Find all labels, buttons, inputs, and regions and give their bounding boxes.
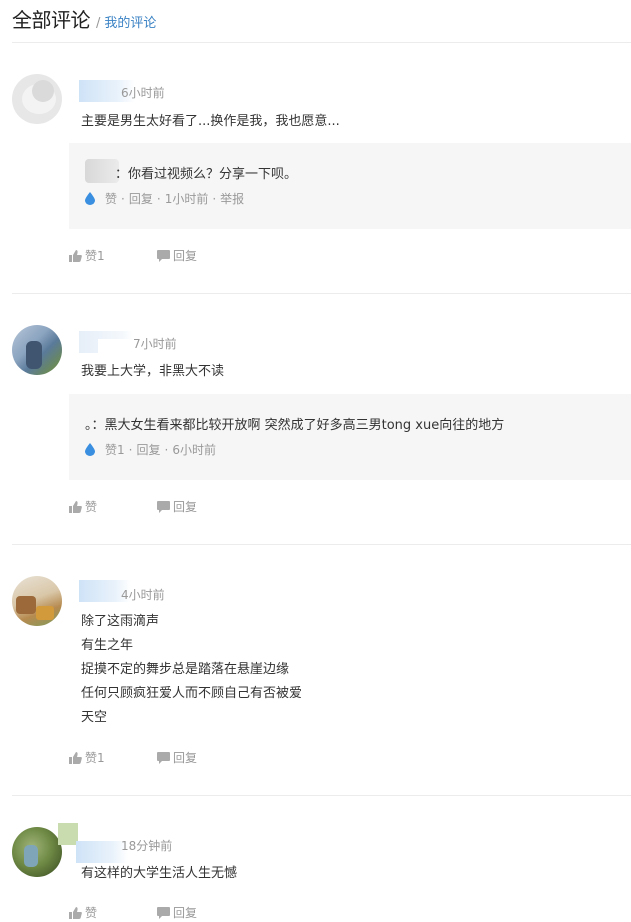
- comment-time: 18分钟前: [121, 839, 173, 853]
- page-title: 全部评论: [12, 8, 91, 32]
- report-button[interactable]: 举报: [220, 190, 244, 207]
- reply-label: 回复: [173, 500, 198, 514]
- thumbs-up-icon: [69, 751, 82, 764]
- meta-separator: ·: [164, 442, 169, 457]
- reply-like-button[interactable]: 赞: [105, 190, 117, 207]
- reply-label: 回复: [173, 249, 198, 263]
- meta-separator: ·: [128, 442, 133, 457]
- like-button[interactable]: 赞: [69, 498, 157, 515]
- reply-label: 回复: [173, 906, 198, 920]
- reply-button[interactable]: 回复: [157, 749, 197, 766]
- comment-line: 主要是男生太好看了...换作是我，我也愿意...: [81, 114, 340, 129]
- reply-reply-button[interactable]: 回复: [129, 190, 153, 207]
- reply-box: 。：黑大女生看来都比较开放啊 突然成了好多高三男tong xue向往的地方 赞1…: [69, 394, 631, 480]
- breadcrumb-separator: /: [96, 16, 101, 31]
- comment-content: 主要是男生太好看了...换作是我，我也愿意...: [81, 110, 340, 134]
- comment-content: 有这样的大学生活人生无憾: [81, 862, 237, 886]
- reply-meta: 赞 · 回复 · 1小时前 · 举报: [85, 190, 244, 207]
- header-divider: [12, 42, 631, 43]
- thumbs-up-icon: [69, 500, 82, 513]
- reply-button[interactable]: 回复: [157, 904, 197, 921]
- comment-line: 捉摸不定的舞步总是踏落在悬崖边缘: [81, 662, 290, 677]
- my-comments-link[interactable]: 我的评论: [104, 12, 156, 31]
- reply-label: 回复: [173, 751, 198, 765]
- speech-bubble-icon: [157, 751, 170, 764]
- like-button[interactable]: 赞1: [69, 247, 157, 264]
- comment-line: 除了这雨滴声: [81, 614, 160, 629]
- comment-time: 6小时前: [121, 86, 165, 100]
- comment-divider: [12, 795, 631, 796]
- reply-time: 6小时前: [172, 443, 216, 457]
- meta-separator: ·: [156, 191, 161, 206]
- avatar[interactable]: [12, 576, 62, 626]
- like-count: 赞1: [85, 249, 105, 263]
- comment-line: 有生之年: [81, 638, 134, 653]
- comment-actions: 赞 回复: [69, 498, 197, 515]
- like-button[interactable]: 赞1: [69, 749, 157, 766]
- comment-time: 7小时前: [133, 337, 177, 351]
- reply-meta: 赞1 · 回复 · 6小时前: [85, 441, 216, 458]
- comment-content: 除了这雨滴声 有生之年 捉摸不定的舞步总是踏落在悬崖边缘 任何只顾疯狂爱人而不顾…: [81, 610, 302, 730]
- page-header: 全部评论 / 我的评论: [12, 4, 156, 33]
- reply-like-button[interactable]: 赞1: [105, 441, 125, 458]
- like-button[interactable]: 赞: [69, 904, 157, 921]
- avatar[interactable]: [12, 74, 62, 124]
- reply-text: 。：黑大女生看来都比较开放啊 突然成了好多高三男tong xue向往的地方: [85, 418, 505, 433]
- comment-time: 4小时前: [121, 588, 165, 602]
- comment-line: 我要上大学，非黑大不读: [81, 364, 225, 379]
- reply-username-blurred[interactable]: [85, 159, 119, 183]
- reply-reply-button[interactable]: 回复: [136, 441, 160, 458]
- like-count: 赞: [85, 500, 98, 514]
- speech-bubble-icon: [157, 906, 170, 919]
- speech-bubble-icon: [157, 500, 170, 513]
- reply-button[interactable]: 回复: [157, 498, 197, 515]
- avatar[interactable]: [12, 325, 62, 375]
- reply-text: ：你看过视频么？分享一下呗。: [115, 167, 298, 182]
- reply-box: ：你看过视频么？分享一下呗。 赞 · 回复 · 1小时前 · 举报: [69, 143, 631, 229]
- thumbs-up-icon: [69, 906, 82, 919]
- meta-separator: ·: [121, 191, 125, 206]
- username-blur-mask: [98, 339, 134, 355]
- like-count: 赞: [85, 906, 98, 920]
- comment-line: 天空: [81, 710, 108, 725]
- comment-divider: [12, 544, 631, 545]
- comment-actions: 赞1 回复: [69, 749, 197, 766]
- reply-time: 1小时前: [164, 192, 209, 206]
- comment-content: 我要上大学，非黑大不读: [81, 360, 224, 384]
- comment-line: 有这样的大学生活人生无憾: [81, 866, 238, 881]
- like-count: 赞1: [85, 751, 105, 765]
- avatar[interactable]: [12, 827, 62, 877]
- comment-actions: 赞 回复: [69, 904, 197, 921]
- comment-actions: 赞1 回复: [69, 247, 197, 264]
- speech-bubble-icon: [157, 249, 170, 262]
- water-drop-icon: [85, 192, 95, 205]
- reply-button[interactable]: 回复: [157, 247, 197, 264]
- avatar-blur-edge: [58, 823, 78, 845]
- meta-separator: ·: [212, 191, 217, 206]
- comment-line: 任何只顾疯狂爱人而不顾自己有否被爱: [81, 686, 303, 701]
- thumbs-up-icon: [69, 249, 82, 262]
- comment-divider: [12, 293, 631, 294]
- water-drop-icon: [85, 443, 95, 456]
